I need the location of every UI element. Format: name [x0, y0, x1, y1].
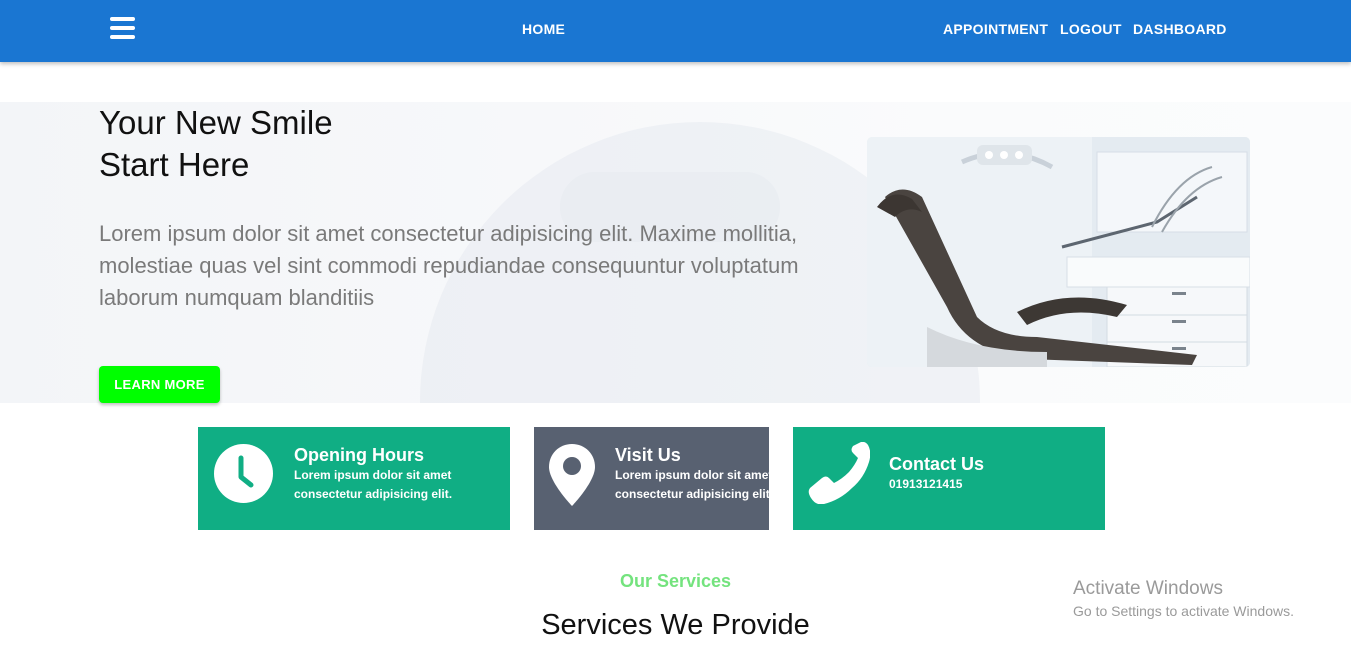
opening-hours-card: Opening Hours Lorem ipsum dolor sit amet…	[198, 427, 510, 530]
card-text-line2: consectetur adipisicing elit.	[615, 487, 774, 501]
card-title: Contact Us	[889, 454, 985, 474]
map-pin-icon	[549, 444, 595, 511]
visit-us-card: Visit Us Lorem ipsum dolor sit amet cons…	[534, 427, 773, 530]
activate-windows-watermark: Activate Windows Go to Settings to activ…	[1073, 578, 1294, 619]
card-title: Visit Us	[615, 445, 681, 465]
card-text-line1: Lorem ipsum dolor sit amet	[615, 468, 773, 482]
clock-icon	[214, 444, 273, 508]
card-text-line2: consectetur adipisicing elit.	[294, 487, 453, 501]
nav-logout[interactable]: LOGOUT	[1060, 21, 1122, 37]
hamburger-menu-icon[interactable]	[110, 17, 135, 41]
watermark-line1: Activate Windows	[1073, 578, 1223, 599]
hero-title-line1: Your New Smile	[99, 104, 333, 141]
contact-us-card: Contact Us 01913121415	[793, 427, 1105, 530]
learn-more-button[interactable]: LEARN MORE	[99, 366, 220, 403]
nav-dashboard[interactable]: DASHBOARD	[1133, 21, 1227, 37]
card-title: Opening Hours	[294, 445, 424, 465]
card-text-line1: Lorem ipsum dolor sit amet	[294, 468, 452, 482]
nav-home[interactable]: HOME	[522, 21, 565, 37]
hero-title: Your New Smile Start Here	[99, 102, 333, 186]
top-navbar: HOME APPOINTMENT LOGOUT DASHBOARD	[0, 0, 1351, 62]
hero-description: Lorem ipsum dolor sit amet consectetur a…	[99, 221, 799, 310]
watermark-line2: Go to Settings to activate Windows.	[1073, 603, 1294, 619]
phone-icon	[808, 441, 871, 509]
hero-title-line2: Start Here	[99, 146, 250, 183]
dental-chair-photo	[867, 137, 1250, 367]
contact-phone-number: 01913121415	[889, 477, 963, 491]
nav-appointment[interactable]: APPOINTMENT	[943, 21, 1048, 37]
